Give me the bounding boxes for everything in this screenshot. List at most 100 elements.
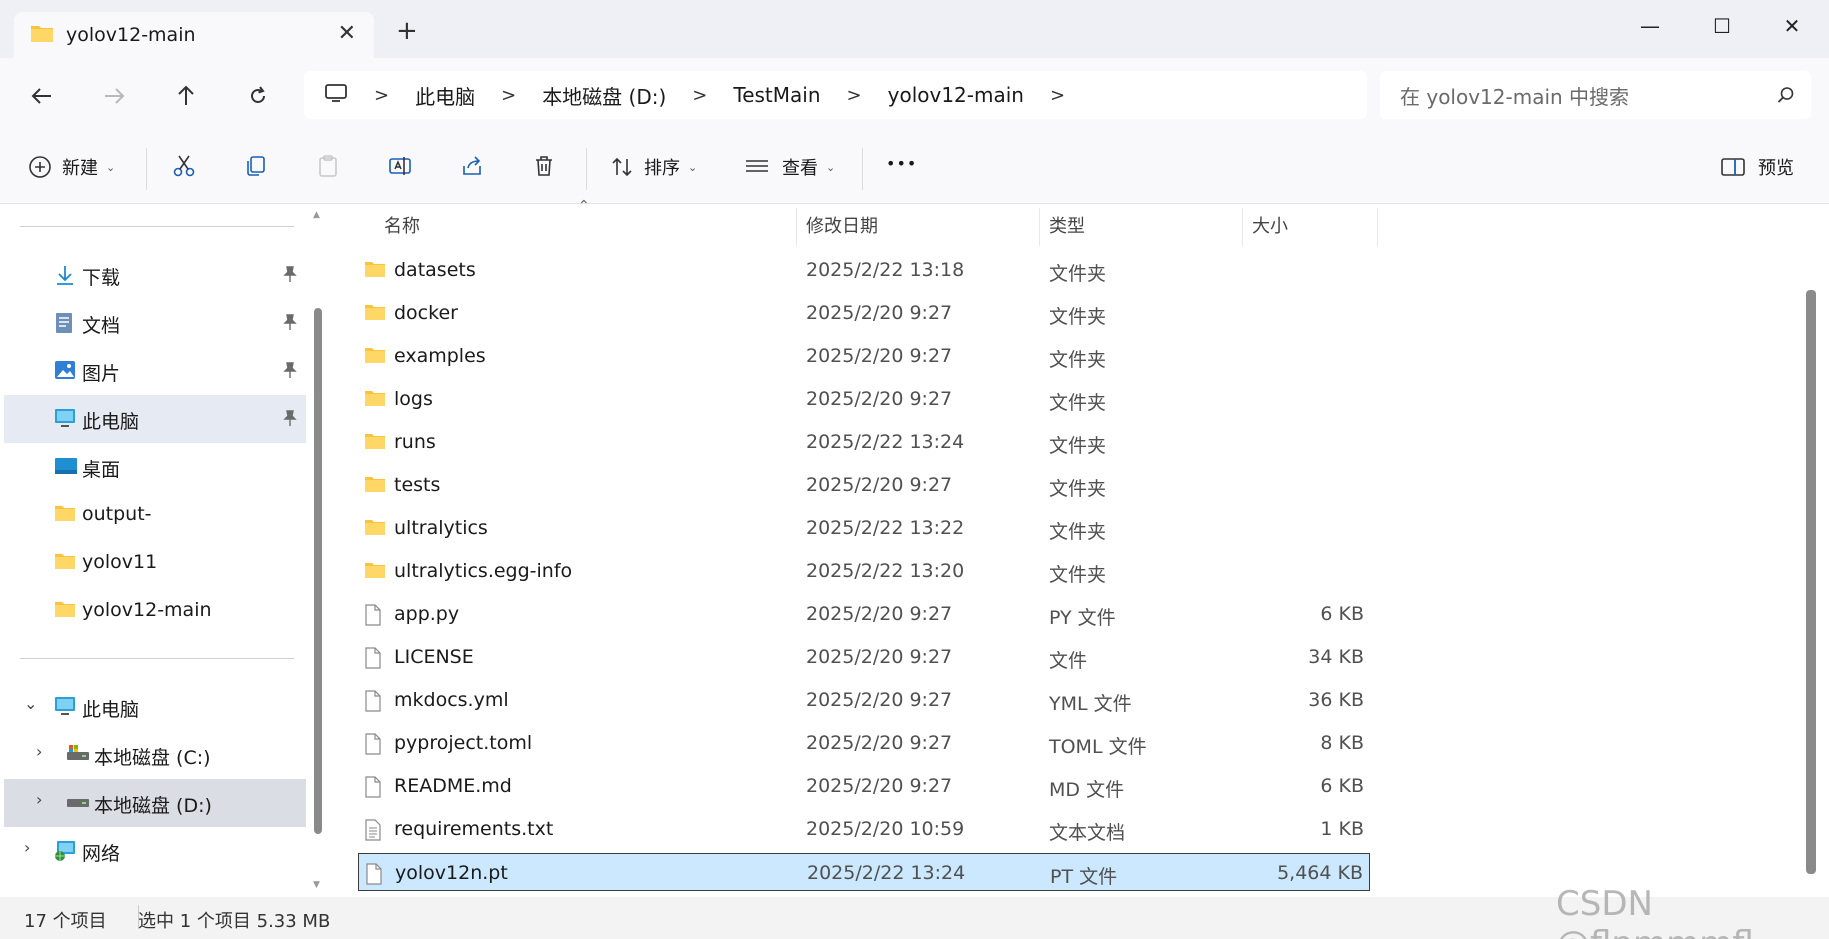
tree-item-drive-c[interactable]: › 本地磁盘 (C:) [4, 731, 306, 779]
pin-icon[interactable] [282, 313, 298, 336]
file-list-scroll-thumb[interactable] [1806, 290, 1816, 874]
chevron-right-icon[interactable]: › [36, 790, 42, 809]
tab-close-icon[interactable]: ✕ [338, 21, 356, 46]
address-bar[interactable]: > 此电脑 > 本地磁盘 (D:) > TestMain > yolov12-m… [304, 71, 1367, 119]
folder-icon [364, 389, 386, 412]
file-row[interactable]: README.md 2025/2/20 9:27 MD 文件 6 KB [358, 767, 1370, 805]
folder-icon [30, 23, 54, 48]
file-row[interactable]: yolov12n.pt 2025/2/22 13:24 PT 文件 5,464 KB [358, 853, 1370, 891]
search-input[interactable]: 在 yolov12-main 中搜索 [1380, 71, 1811, 119]
new-label: 新建 [62, 158, 98, 179]
refresh-button[interactable] [240, 78, 276, 114]
new-tab-button[interactable]: + [396, 16, 418, 46]
breadcrumb-yolov12-main[interactable]: yolov12-main [888, 83, 1024, 107]
breadcrumb-testmain[interactable]: TestMain [733, 83, 820, 107]
chevron-down-icon[interactable]: ⌄ [24, 694, 37, 713]
search-placeholder: 在 yolov12-main 中搜索 [1400, 84, 1630, 109]
sidebar-item-yolov12-main[interactable]: yolov12-main [4, 587, 306, 635]
breadcrumb-separator[interactable]: > [692, 85, 707, 106]
minimize-button[interactable]: — [1622, 8, 1678, 44]
breadcrumb-separator[interactable]: > [847, 85, 862, 106]
pin-icon[interactable] [282, 265, 298, 288]
file-icon [365, 863, 383, 890]
file-row[interactable]: tests 2025/2/20 9:27 文件夹 [358, 466, 1370, 504]
file-size: 8 KB [1320, 732, 1364, 754]
file-type: 文件夹 [1049, 306, 1107, 328]
column-divider[interactable] [1377, 208, 1378, 246]
picture-icon [54, 360, 76, 385]
network-icon [54, 840, 78, 867]
sidebar-item-output[interactable]: output- [4, 491, 306, 539]
column-header-size[interactable]: 大小 [1242, 204, 1288, 244]
view-button[interactable]: 查看 ⌄ [744, 154, 835, 180]
delete-button[interactable] [532, 154, 556, 178]
file-type: 文件夹 [1049, 263, 1107, 285]
file-row[interactable]: requirements.txt 2025/2/20 10:59 文本文档 1 KB [358, 810, 1370, 848]
copy-button[interactable] [244, 154, 268, 178]
share-button[interactable] [460, 154, 484, 178]
file-row[interactable]: app.py 2025/2/20 9:27 PY 文件 6 KB [358, 595, 1370, 633]
new-button[interactable]: 新建 ⌄ [28, 154, 115, 180]
watermark: CSDN @flpmmmfl [1556, 884, 1754, 939]
divider [862, 148, 863, 190]
column-header-name[interactable]: 名称 [374, 204, 420, 244]
column-header-date[interactable]: 修改日期 [796, 204, 878, 244]
tab-yolov12-main[interactable]: yolov12-main ✕ [14, 12, 374, 58]
divider [20, 226, 294, 227]
folder-icon [364, 561, 386, 584]
column-header-type[interactable]: 类型 [1039, 204, 1085, 244]
sidebar-item-this-pc[interactable]: 此电脑 [4, 395, 306, 443]
file-size: 6 KB [1320, 775, 1364, 797]
pin-icon[interactable] [282, 409, 298, 432]
sort-label: 排序 [644, 158, 680, 179]
folder-icon [54, 504, 76, 527]
back-button[interactable] [24, 78, 60, 114]
file-type: 文件夹 [1049, 521, 1107, 543]
file-row[interactable]: datasets 2025/2/22 13:18 文件夹 [358, 251, 1370, 289]
file-icon [364, 604, 382, 631]
document-icon [54, 312, 74, 339]
file-row[interactable]: LICENSE 2025/2/20 9:27 文件 34 KB [358, 638, 1370, 676]
paste-button[interactable] [316, 154, 340, 178]
tree-item-network[interactable]: › 网络 [4, 827, 306, 875]
pin-icon[interactable] [282, 361, 298, 384]
chevron-right-icon[interactable]: › [36, 742, 42, 761]
file-row[interactable]: mkdocs.yml 2025/2/20 9:27 YML 文件 36 KB [358, 681, 1370, 719]
sidebar-scrollbar[interactable]: ▲ ▼ [310, 204, 326, 897]
file-row[interactable]: examples 2025/2/20 9:27 文件夹 [358, 337, 1370, 375]
file-row[interactable]: runs 2025/2/22 13:24 文件夹 [358, 423, 1370, 461]
rename-button[interactable] [388, 154, 414, 178]
sidebar-scroll-thumb[interactable] [314, 308, 322, 834]
sidebar-item-documents[interactable]: 文档 [4, 299, 306, 347]
file-row[interactable]: ultralytics.egg-info 2025/2/22 13:20 文件夹 [358, 552, 1370, 590]
scroll-up-icon[interactable]: ▲ [313, 210, 320, 220]
tree-item-label: 本地磁盘 (C:) [94, 747, 211, 769]
up-button[interactable] [168, 78, 204, 114]
sort-button[interactable]: 排序 ⌄ [610, 154, 697, 180]
back-arrow-icon [31, 88, 51, 104]
maximize-button[interactable]: ☐ [1694, 8, 1750, 44]
file-row[interactable]: logs 2025/2/20 9:27 文件夹 [358, 380, 1370, 418]
breadcrumb-separator[interactable]: > [501, 85, 516, 106]
more-options-button[interactable]: ••• [886, 154, 917, 173]
file-name: examples [394, 345, 486, 367]
sidebar-item-desktop[interactable]: 桌面 [4, 443, 306, 491]
file-row[interactable]: docker 2025/2/20 9:27 文件夹 [358, 294, 1370, 332]
breadcrumb-this-pc[interactable]: 此电脑 [415, 81, 475, 110]
breadcrumb-drive-d[interactable]: 本地磁盘 (D:) [542, 81, 666, 110]
preview-pane-button[interactable]: 预览 [1720, 154, 1794, 180]
breadcrumb-separator[interactable]: > [1050, 85, 1065, 106]
cut-button[interactable] [172, 154, 196, 178]
forward-button[interactable] [96, 78, 132, 114]
breadcrumb-separator[interactable]: > [374, 85, 389, 106]
file-row[interactable]: pyproject.toml 2025/2/20 9:27 TOML 文件 8 KB [358, 724, 1370, 762]
chevron-right-icon[interactable]: › [24, 838, 30, 857]
sidebar-item-downloads[interactable]: 下载 [4, 251, 306, 299]
tree-item-this-pc[interactable]: ⌄ 此电脑 [4, 683, 306, 731]
scroll-down-icon[interactable]: ▼ [313, 880, 320, 890]
close-button[interactable]: ✕ [1764, 8, 1820, 44]
sidebar-item-yolov11[interactable]: yolov11 [4, 539, 306, 587]
sidebar-item-pictures[interactable]: 图片 [4, 347, 306, 395]
file-row[interactable]: ultralytics 2025/2/22 13:22 文件夹 [358, 509, 1370, 547]
tree-item-drive-d[interactable]: › 本地磁盘 (D:) [4, 779, 306, 827]
